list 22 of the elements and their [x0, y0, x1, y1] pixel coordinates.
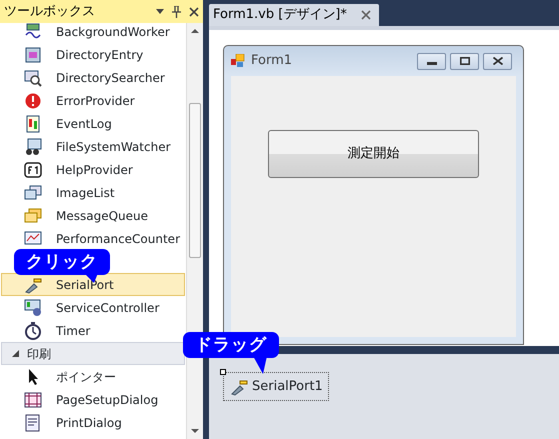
- toolbox-item[interactable]: PerformanceCounter: [1, 227, 185, 250]
- toolbox-item[interactable]: Timer: [1, 319, 185, 342]
- toolbox-item[interactable]: EventLog: [1, 112, 185, 135]
- toolbox-item[interactable]: HelpProvider: [1, 158, 185, 181]
- document-tab[interactable]: Form1.vb [デザイン]*: [209, 4, 379, 26]
- toolbox-item[interactable]: SerialPort: [1, 273, 185, 296]
- toolbox-item[interactable]: ServiceController: [1, 296, 185, 319]
- toolbox-item[interactable]: PrintDialog: [1, 411, 185, 434]
- toolbox-item[interactable]: MessageQueue: [1, 204, 185, 227]
- toolbox-item[interactable]: ErrorProvider: [1, 89, 185, 112]
- toolbox-item[interactable]: DirectoryEntry: [1, 43, 185, 66]
- form-title: Form1: [251, 52, 294, 70]
- toolbox-item[interactable]: BackgroundWorker: [1, 20, 185, 43]
- toolbox-item[interactable]: ポインター: [1, 365, 185, 388]
- panel-title: ツールボックス: [4, 2, 96, 21]
- start-button[interactable]: 測定開始: [268, 130, 479, 178]
- toolbox-item[interactable]: PageSetupDialog: [1, 388, 185, 411]
- group-header[interactable]: 印刷: [1, 342, 185, 365]
- toolbox-item[interactable]: DirectorySearcher: [1, 66, 185, 89]
- tray-component[interactable]: SerialPort1: [223, 372, 329, 401]
- toolbox-item[interactable]: ImageList: [1, 181, 185, 204]
- toolbox-item[interactable]: FileSystemWatcher: [1, 135, 185, 158]
